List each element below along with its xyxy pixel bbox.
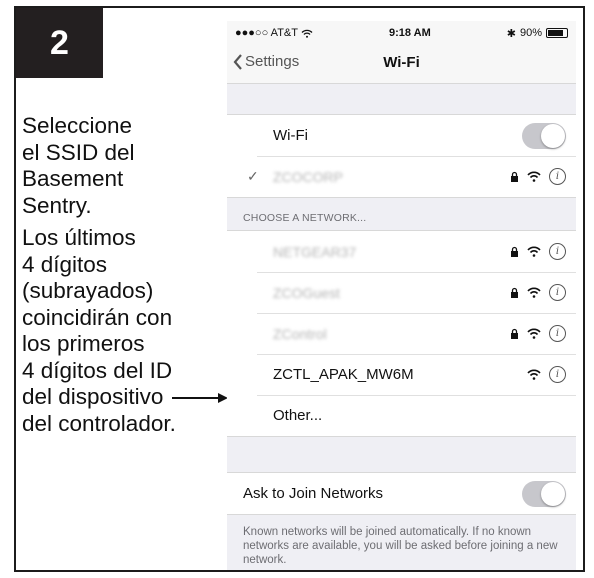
lock-icon <box>511 246 518 257</box>
instruction-digits-note: Los últimos 4 dígitos (subrayados) coinc… <box>22 225 176 436</box>
network-list: NETGEAR37 i ZCOGuest i ZControl i ZCTL_A… <box>227 230 576 437</box>
network-row[interactable]: ZCOGuest i <box>227 272 576 313</box>
wifi-icon <box>527 287 541 298</box>
network-status-icons: i <box>510 243 566 260</box>
instruction-select-ssid: Seleccione el SSID del Basement Sentry. <box>22 113 135 218</box>
network-name: ZCOGuest <box>273 284 340 301</box>
lock-icon <box>511 287 518 298</box>
status-time: 9:18 AM <box>388 27 431 39</box>
connected-network-name: ZCOCORP <box>273 168 343 185</box>
page-title: Wi-Fi <box>383 54 420 71</box>
instruction-text: Seleccione el SSID del Basement Sentry. … <box>22 113 227 437</box>
wifi-icon <box>527 328 541 339</box>
network-name: NETGEAR37 <box>273 243 357 260</box>
network-name: ZCTL_APAK_MW6M <box>273 366 414 383</box>
network-status-icons: i <box>510 325 566 342</box>
ask-to-join-group: Ask to Join Networks <box>227 472 576 515</box>
wifi-signal-icon <box>301 29 313 38</box>
carrier-label: ●●●○○ AT&T <box>235 27 298 39</box>
network-row[interactable]: ZControl i <box>227 313 576 354</box>
bluetooth-icon: ✱ <box>506 27 516 40</box>
instruction-panel: 2 Seleccione el SSID del Basement Sentry… <box>14 6 585 572</box>
wifi-toggle[interactable] <box>522 122 566 149</box>
battery-percent: 90% <box>519 27 542 39</box>
network-status-icons: i <box>510 168 566 185</box>
ask-to-join-description: Known networks will be joined automatica… <box>243 526 558 566</box>
networks-header: CHOOSE A NETWORK... <box>243 212 367 224</box>
carrier-indicator: ●●●○○ AT&T <box>235 27 313 39</box>
navigation-bar: Settings Wi-Fi <box>227 45 576 84</box>
wifi-icon <box>527 369 541 380</box>
status-right: ✱ 90% <box>507 27 568 40</box>
info-icon[interactable]: i <box>549 284 566 301</box>
ask-to-join-row: Ask to Join Networks <box>227 473 576 514</box>
ask-to-join-label: Ask to Join Networks <box>243 485 384 502</box>
network-status-icons: i <box>510 284 566 301</box>
info-icon[interactable]: i <box>549 366 566 383</box>
lock-icon <box>511 328 518 339</box>
lock-icon <box>511 171 518 182</box>
ask-to-join-toggle[interactable] <box>522 480 566 507</box>
network-row[interactable]: NETGEAR37 i <box>227 231 576 272</box>
step-number-badge: 2 <box>16 8 103 78</box>
wifi-toggle-row: Wi-Fi <box>227 115 576 156</box>
info-icon[interactable]: i <box>549 325 566 342</box>
network-row-basement-sentry[interactable]: ZCTL_APAK_MW6M i <box>227 354 576 395</box>
status-bar: ●●●○○ AT&T 9:18 AM ✱ 90% <box>227 21 576 45</box>
network-status-icons: i <box>527 366 566 383</box>
other-network-label: Other... <box>273 407 323 424</box>
wifi-group: Wi-Fi ✓ ZCOCORP i <box>227 114 576 198</box>
pointer-arrow-icon <box>172 393 228 403</box>
info-icon[interactable]: i <box>549 243 566 260</box>
battery-icon <box>546 28 568 38</box>
info-icon[interactable]: i <box>549 168 566 185</box>
phone-screen: ●●●○○ AT&T 9:18 AM ✱ 90% Settings Wi-Fi … <box>227 21 576 570</box>
checkmark-icon: ✓ <box>247 168 259 184</box>
wifi-icon <box>527 171 541 182</box>
network-name: ZControl <box>273 325 327 342</box>
other-network-row[interactable]: Other... <box>227 395 576 436</box>
wifi-icon <box>527 246 541 257</box>
connected-network-row[interactable]: ✓ ZCOCORP i <box>227 156 576 197</box>
wifi-label: Wi-Fi <box>273 127 308 144</box>
